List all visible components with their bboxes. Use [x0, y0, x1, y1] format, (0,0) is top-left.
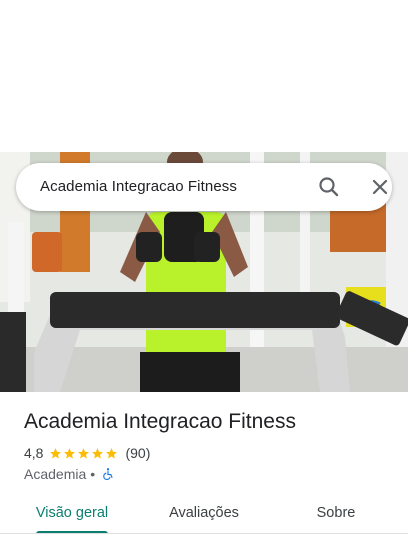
- star-icon: [92, 447, 104, 458]
- star-icon: [106, 447, 118, 458]
- separator-dot: •: [90, 466, 96, 482]
- rating-row[interactable]: 4,8 (90): [24, 444, 150, 462]
- tab-overview[interactable]: Visão geral: [24, 494, 120, 534]
- star-icon: [50, 447, 62, 458]
- place-tabs: Visão geral Avaliações Sobre: [0, 494, 408, 534]
- rating-stars: [49, 447, 119, 460]
- star-icon: [64, 447, 76, 458]
- place-category: Academia: [24, 466, 87, 482]
- tab-about[interactable]: Sobre: [288, 494, 384, 534]
- category-row: Academia •: [24, 465, 115, 483]
- tab-reviews[interactable]: Avaliações: [156, 494, 252, 534]
- wheelchair-icon: [103, 468, 113, 481]
- star-icon: [78, 447, 90, 458]
- close-icon[interactable]: [368, 175, 392, 199]
- review-count[interactable]: (90): [125, 445, 150, 461]
- tabs-divider: [0, 533, 408, 534]
- place-title: Academia Integracao Fitness: [24, 410, 296, 433]
- search-bar[interactable]: Academia Integracao Fitness: [16, 163, 392, 211]
- search-icon[interactable]: [317, 175, 341, 199]
- rating-value: 4,8: [24, 445, 44, 461]
- search-query[interactable]: Academia Integracao Fitness: [40, 178, 237, 195]
